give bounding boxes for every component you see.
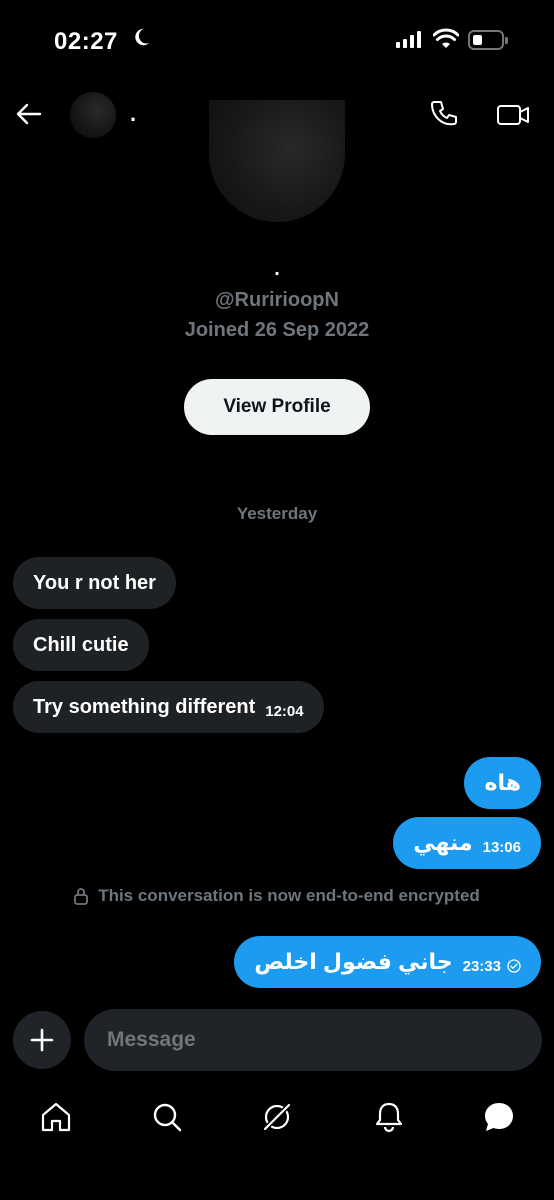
message-incoming[interactable]: Try something different 12:04 xyxy=(13,681,324,733)
message-text: هاه xyxy=(484,770,521,795)
cellular-signal-icon xyxy=(396,31,421,48)
profile-handle: @RuririoopN xyxy=(215,289,339,311)
home-icon[interactable] xyxy=(39,1100,73,1134)
lock-icon xyxy=(74,888,89,905)
message-outgoing[interactable]: جاني فضول اخلص 23:33 xyxy=(234,936,541,988)
plus-icon xyxy=(30,1028,54,1052)
video-call-icon[interactable] xyxy=(496,100,530,130)
read-check-icon xyxy=(507,959,521,973)
profile-joined-date: Joined 26 Sep 2022 xyxy=(184,319,370,341)
message-outgoing[interactable]: منهي 13:06 xyxy=(393,817,541,869)
message-timestamp: 12:04 xyxy=(265,702,304,720)
message-outgoing[interactable]: هاه xyxy=(464,757,541,809)
message-incoming[interactable]: Chill cutie xyxy=(13,619,149,671)
add-attachment-button[interactable] xyxy=(13,1011,71,1069)
back-arrow-icon[interactable] xyxy=(15,100,43,128)
message-input[interactable] xyxy=(84,1009,542,1071)
battery-icon xyxy=(468,30,508,50)
message-text: Chill cutie xyxy=(33,633,129,656)
view-profile-button[interactable]: View Profile xyxy=(184,379,370,435)
status-time: 02:27 xyxy=(54,28,118,55)
encryption-notice: This conversation is now end-to-end encr… xyxy=(0,886,554,906)
profile-avatar xyxy=(209,100,345,222)
do-not-disturb-icon xyxy=(135,28,150,46)
message-incoming[interactable]: You r not her xyxy=(13,557,176,609)
day-separator: Yesterday xyxy=(236,504,318,523)
grok-icon[interactable] xyxy=(260,1100,294,1134)
message-timestamp: 13:06 xyxy=(482,838,521,856)
messages-icon[interactable] xyxy=(482,1100,516,1134)
conversation-title[interactable]: . xyxy=(130,101,136,127)
profile-name: . xyxy=(274,258,280,280)
message-timestamp: 23:33 xyxy=(462,957,501,975)
message-text: You r not her xyxy=(33,571,156,594)
notifications-icon[interactable] xyxy=(372,1100,406,1134)
avatar[interactable] xyxy=(70,92,116,138)
encryption-notice-text: This conversation is now end-to-end encr… xyxy=(98,886,480,905)
message-text: منهي xyxy=(413,830,473,855)
message-text: Try something different xyxy=(33,695,256,718)
wifi-icon xyxy=(433,28,459,48)
phone-call-icon[interactable] xyxy=(429,99,459,129)
search-icon[interactable] xyxy=(150,1100,184,1134)
message-text: جاني فضول اخلص xyxy=(254,949,453,974)
